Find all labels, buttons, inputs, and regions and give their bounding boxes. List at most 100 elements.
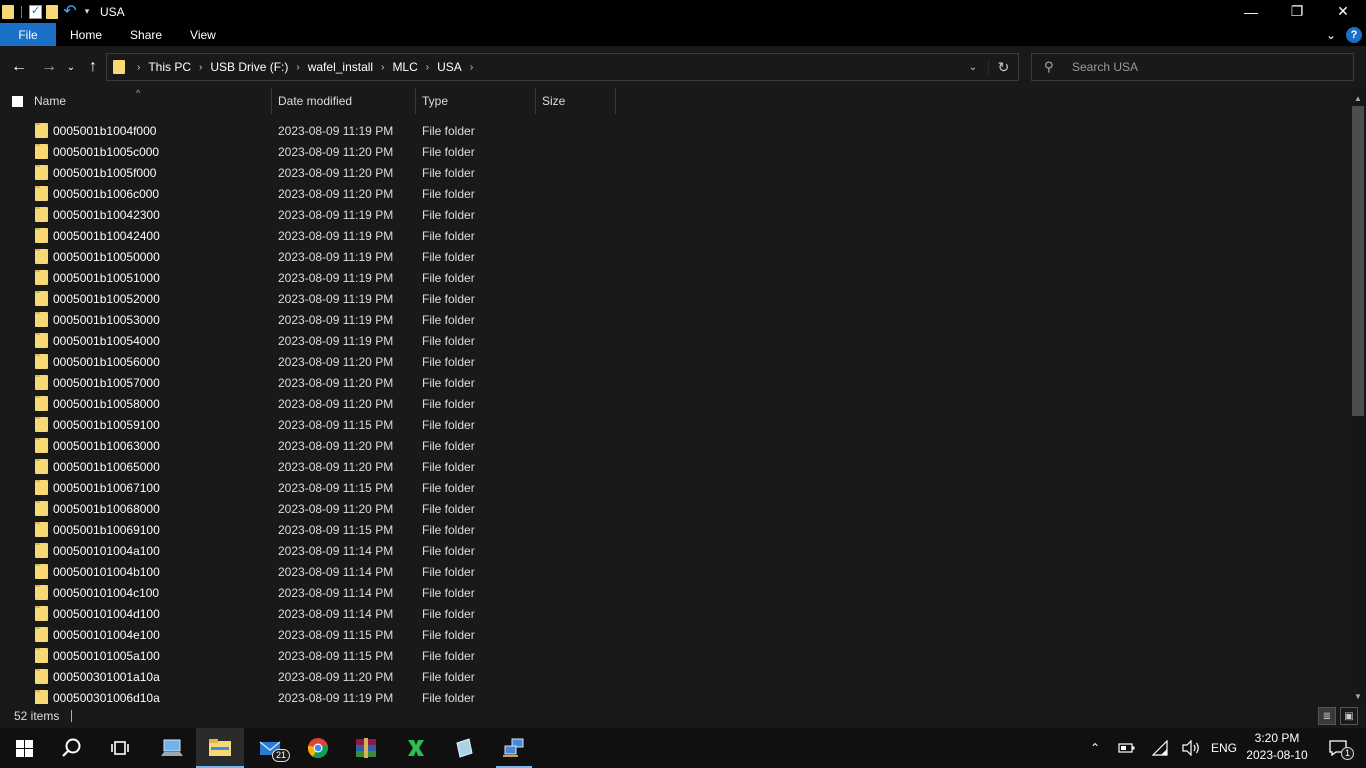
clock[interactable]: 3:20 PM 2023-08-10 [1242, 730, 1312, 764]
task-view-button[interactable] [96, 728, 144, 768]
maximize-button[interactable]: ❐ [1274, 0, 1320, 23]
table-row[interactable]: 0005001b10050000 2023-08-09 11:19 PM File … [0, 246, 1350, 267]
address-history-chevron-icon[interactable]: ⌄ [958, 62, 988, 73]
help-icon[interactable]: ? [1346, 26, 1362, 43]
table-row[interactable]: 0005001b10059100 2023-08-09 11:15 PM File … [0, 414, 1350, 435]
taskbar-app-winrar[interactable] [342, 728, 390, 768]
minimize-button[interactable]: — [1228, 0, 1274, 23]
breadcrumb-mlc[interactable]: MLC [392, 60, 417, 74]
start-button[interactable] [0, 728, 48, 768]
file-type: File folder [422, 543, 475, 558]
view-toggles: ≣ ▣ [1318, 707, 1358, 725]
column-header-date-modified[interactable]: Date modified [278, 88, 414, 114]
taskbar-app-chrome[interactable] [294, 728, 342, 768]
vertical-scrollbar[interactable]: ▲ ▼ [1350, 88, 1366, 704]
table-row[interactable]: 000500101004d100 2023-08-09 11:14 PM File … [0, 603, 1350, 624]
chevron-right-icon[interactable]: › [296, 62, 299, 73]
battery-icon[interactable] [1114, 728, 1140, 768]
column-header-name[interactable]: Name [34, 88, 270, 114]
taskbar-app-file-explorer[interactable] [196, 728, 244, 768]
breadcrumb-this-pc[interactable]: This PC [148, 60, 191, 74]
details-view-icon[interactable]: ≣ [1318, 707, 1336, 725]
table-row[interactable]: 0005001b10067100 2023-08-09 11:15 PM File … [0, 477, 1350, 498]
scroll-up-arrow-icon[interactable]: ▲ [1350, 90, 1366, 106]
table-row[interactable]: 0005001b10052000 2023-08-09 11:19 PM File … [0, 288, 1350, 309]
table-row[interactable]: 0005001b10068000 2023-08-09 11:20 PM File … [0, 498, 1350, 519]
customize-toolbar-chevron-icon[interactable]: ▾ [82, 6, 92, 17]
volume-icon[interactable] [1178, 728, 1204, 768]
table-row[interactable]: 0005001b1006c000 2023-08-09 11:20 PM File … [0, 183, 1350, 204]
breadcrumb-usa[interactable]: USA [437, 60, 462, 74]
chevron-right-icon[interactable]: › [426, 62, 429, 73]
scroll-down-arrow-icon[interactable]: ▼ [1350, 688, 1366, 704]
undo-icon[interactable]: ↶ [62, 3, 78, 20]
column-divider[interactable] [535, 88, 536, 114]
expand-ribbon-chevron-icon[interactable]: ⌄ [1326, 28, 1336, 42]
column-header-size[interactable]: Size [542, 88, 614, 114]
taskbar-app-notepad[interactable] [440, 728, 488, 768]
search-box[interactable]: ⚲ [1031, 53, 1354, 81]
close-button[interactable]: ✕ [1320, 0, 1366, 23]
table-row[interactable]: 000500101004b100 2023-08-09 11:14 PM File … [0, 561, 1350, 582]
refresh-icon[interactable]: ↻ [988, 58, 1018, 76]
folder-icon [35, 228, 48, 243]
table-row[interactable]: 0005001b10054000 2023-08-09 11:19 PM File … [0, 330, 1350, 351]
table-row[interactable]: 0005001b10063000 2023-08-09 11:20 PM File … [0, 435, 1350, 456]
table-row[interactable]: 0005001b10042400 2023-08-09 11:19 PM File … [0, 225, 1350, 246]
table-row[interactable]: 0005001b10053000 2023-08-09 11:19 PM File … [0, 309, 1350, 330]
column-header-type[interactable]: Type [422, 88, 534, 114]
chevron-right-icon[interactable]: › [137, 62, 140, 73]
table-row[interactable]: 000500301006d10a 2023-08-09 11:19 PM File … [0, 687, 1350, 704]
select-all-checkbox[interactable] [12, 96, 23, 107]
taskbar-app-excel-like[interactable] [392, 728, 440, 768]
input-language[interactable]: ENG [1208, 728, 1240, 768]
table-row[interactable]: 0005001b1005c000 2023-08-09 11:20 PM File … [0, 141, 1350, 162]
chevron-right-icon[interactable]: › [470, 62, 473, 73]
tab-home[interactable]: Home [56, 23, 116, 46]
file-name: 0005001b10068000 [53, 501, 160, 516]
search-input[interactable] [1072, 60, 1342, 74]
recent-locations-chevron-icon[interactable]: ⌄ [64, 55, 78, 79]
table-row[interactable]: 000500101004e100 2023-08-09 11:15 PM File … [0, 624, 1350, 645]
table-row[interactable]: 0005001b10051000 2023-08-09 11:19 PM File … [0, 267, 1350, 288]
table-row[interactable]: 0005001b10065000 2023-08-09 11:20 PM File … [0, 456, 1350, 477]
folder-icon [35, 144, 48, 159]
wifi-icon[interactable] [1146, 728, 1174, 768]
column-divider[interactable] [415, 88, 416, 114]
scrollbar-thumb[interactable] [1352, 106, 1364, 416]
table-row[interactable]: 0005001b10069100 2023-08-09 11:15 PM File … [0, 519, 1350, 540]
chevron-right-icon[interactable]: › [199, 62, 202, 73]
column-divider[interactable] [271, 88, 272, 114]
folder-icon [35, 375, 48, 390]
tab-share[interactable]: Share [116, 23, 176, 46]
forward-arrow-icon[interactable]: → [38, 55, 60, 79]
table-row[interactable]: 000500101005a100 2023-08-09 11:15 PM File … [0, 645, 1350, 666]
table-row[interactable]: 0005001b1004f000 2023-08-09 11:19 PM File … [0, 120, 1350, 141]
up-arrow-icon[interactable]: ↑ [82, 55, 104, 79]
tab-file[interactable]: File [0, 23, 56, 46]
properties-icon[interactable] [29, 4, 42, 19]
address-bar[interactable]: › This PC › USB Drive (F:) › wafel_insta… [106, 53, 1019, 81]
new-folder-icon[interactable] [46, 4, 58, 19]
table-row[interactable]: 0005001b10058000 2023-08-09 11:20 PM File … [0, 393, 1350, 414]
taskbar-app-mail[interactable]: 21 [246, 728, 294, 768]
column-divider[interactable] [615, 88, 616, 114]
table-row[interactable]: 0005001b10057000 2023-08-09 11:20 PM File … [0, 372, 1350, 393]
table-row[interactable]: 000500101004c100 2023-08-09 11:14 PM File … [0, 582, 1350, 603]
table-row[interactable]: 000500101004a100 2023-08-09 11:14 PM File … [0, 540, 1350, 561]
back-arrow-icon[interactable]: ← [8, 55, 30, 79]
table-row[interactable]: 000500301001a10a 2023-08-09 11:20 PM File … [0, 666, 1350, 687]
action-center-button[interactable]: 1 [1318, 728, 1358, 768]
taskbar-app-laptop[interactable] [148, 728, 196, 768]
chevron-right-icon[interactable]: › [381, 62, 384, 73]
large-icons-view-icon[interactable]: ▣ [1340, 707, 1358, 725]
table-row[interactable]: 0005001b10056000 2023-08-09 11:20 PM File … [0, 351, 1350, 372]
show-hidden-icons-chevron-icon[interactable]: ⌃ [1082, 728, 1108, 768]
table-row[interactable]: 0005001b1005f000 2023-08-09 11:20 PM File … [0, 162, 1350, 183]
breadcrumb-usb-drive[interactable]: USB Drive (F:) [210, 60, 288, 74]
breadcrumb-wafel-install[interactable]: wafel_install [308, 60, 373, 74]
tab-view[interactable]: View [176, 23, 230, 46]
search-button[interactable] [48, 728, 96, 768]
taskbar-app-network-tool[interactable] [490, 728, 538, 768]
table-row[interactable]: 0005001b10042300 2023-08-09 11:19 PM File … [0, 204, 1350, 225]
